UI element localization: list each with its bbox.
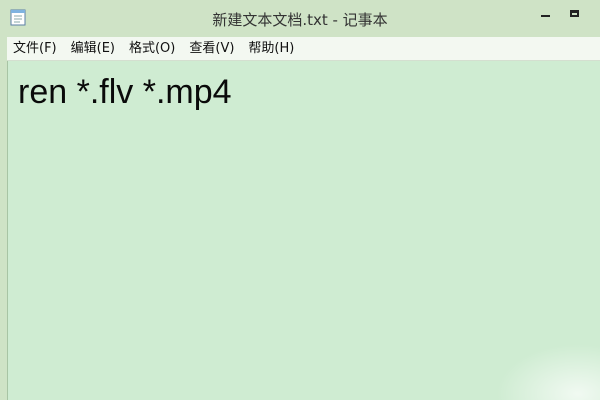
maximize-button[interactable]: [563, 4, 585, 22]
title-bar[interactable]: 新建文本文档.txt - 记事本: [0, 0, 600, 37]
menu-view[interactable]: 查看(V): [182, 37, 241, 60]
notepad-window: 新建文本文档.txt - 记事本 文件(F) 编辑(E) 格式(O) 查看(V)…: [0, 0, 600, 400]
window-frame-left: [0, 37, 7, 400]
menu-format[interactable]: 格式(O): [122, 37, 182, 60]
menu-file[interactable]: 文件(F): [7, 37, 64, 60]
minimize-button[interactable]: [534, 4, 556, 22]
text-editor-area[interactable]: ren *.flv *.mp4: [7, 61, 600, 400]
window-title: 新建文本文档.txt - 记事本: [212, 11, 388, 29]
minimize-icon: [540, 15, 550, 17]
menu-bar: 文件(F) 编辑(E) 格式(O) 查看(V) 帮助(H): [7, 37, 600, 61]
maximize-icon: [569, 9, 579, 17]
menu-edit[interactable]: 编辑(E): [64, 37, 122, 60]
menu-help[interactable]: 帮助(H): [241, 37, 301, 60]
editor-content[interactable]: ren *.flv *.mp4: [18, 73, 232, 112]
screen-glare: [490, 340, 600, 400]
